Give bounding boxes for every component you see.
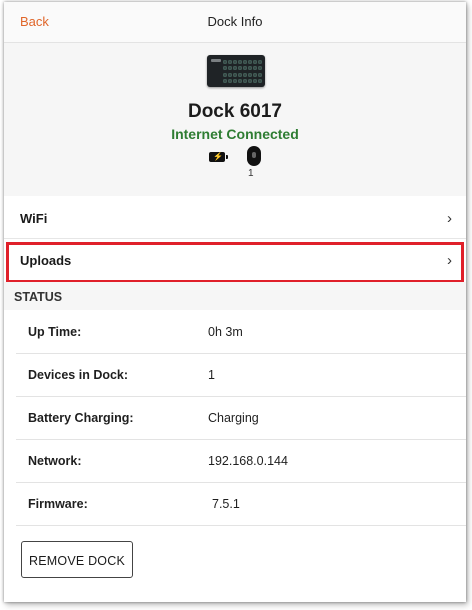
chevron-right-icon: › xyxy=(447,252,452,269)
dock-header: Dock 6017 Internet Connected ⚡ 1 xyxy=(4,43,466,196)
uploads-row[interactable]: Uploads › xyxy=(4,240,466,280)
wifi-row[interactable]: WiFi › xyxy=(4,198,466,239)
status-key: Battery Charging: xyxy=(28,411,134,425)
status-row-battery: Battery Charging: Charging xyxy=(4,397,466,440)
status-value: 1 xyxy=(208,368,215,382)
battery-charging-icon: ⚡ xyxy=(209,152,228,162)
chevron-right-icon: › xyxy=(447,210,452,227)
status-value: Charging xyxy=(208,411,259,425)
status-row-firmware: Firmware: 7.5.1 xyxy=(4,483,466,526)
dock-logo xyxy=(211,59,221,62)
status-section-header: STATUS xyxy=(4,282,466,310)
page-title: Dock Info xyxy=(207,14,263,29)
divider xyxy=(16,525,466,526)
status-key: Devices in Dock: xyxy=(28,368,129,382)
dock-slots xyxy=(223,60,262,84)
status-row-devices: Devices in Dock: 1 xyxy=(4,354,466,397)
status-heading: STATUS xyxy=(14,290,63,304)
wifi-label: WiFi xyxy=(20,211,48,226)
status-value: 0h 3m xyxy=(208,325,243,339)
status-key: Network: xyxy=(28,454,82,468)
connection-status: Internet Connected xyxy=(171,126,299,142)
status-row-network: Network: 192.168.0.144 xyxy=(4,440,466,483)
device-icon xyxy=(247,146,261,166)
dock-name: Dock 6017 xyxy=(187,101,282,122)
remove-dock-button[interactable]: REMOVE DOCK xyxy=(21,541,133,578)
dock-image xyxy=(207,55,265,87)
status-row-uptime: Up Time: 0h 3m xyxy=(4,311,466,354)
uploads-label: Uploads xyxy=(20,253,72,268)
status-key: Up Time: xyxy=(28,325,82,339)
status-value: 192.168.0.144 xyxy=(208,454,288,468)
navigation-bar: Back Dock Info xyxy=(4,2,466,43)
app-window: Back Dock Info Dock 6017 Internet Connec… xyxy=(4,2,466,602)
status-value: 7.5.1 xyxy=(212,497,240,511)
device-count: 1 xyxy=(248,168,254,179)
status-key: Firmware: xyxy=(28,497,88,511)
